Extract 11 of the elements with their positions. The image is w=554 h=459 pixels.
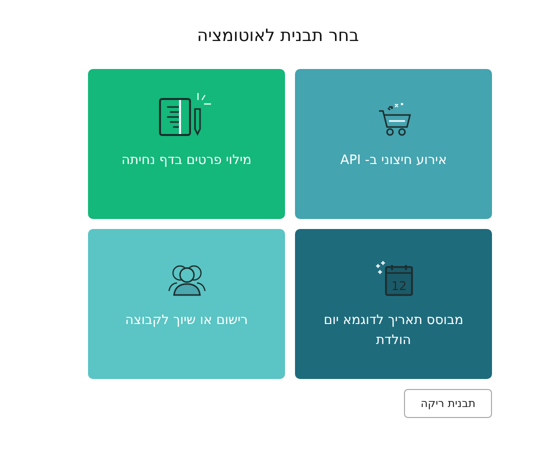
template-label: מילוי פרטים בדף נחיתה: [120, 152, 252, 170]
template-card[interactable]: מילוי פרטים בדף נחיתה: [88, 69, 285, 219]
user-group-icon: [166, 263, 206, 297]
blank-template-button[interactable]: תבנית ריקה: [404, 389, 492, 418]
page-title: בחר תבנית לאוטומציה: [197, 26, 359, 46]
template-label: מבוסס תאריך לדוגמא יום הולדת: [322, 312, 464, 350]
template-card[interactable]: אירוע חיצוני ב- API: [295, 69, 492, 219]
template-label: אירוע חיצוני ב- API: [339, 152, 448, 170]
template-label: רישום או שיוך לקבוצה: [124, 312, 249, 330]
template-card[interactable]: רישום או שיוך לקבוצה: [88, 229, 285, 379]
day-number: 12: [390, 279, 406, 293]
